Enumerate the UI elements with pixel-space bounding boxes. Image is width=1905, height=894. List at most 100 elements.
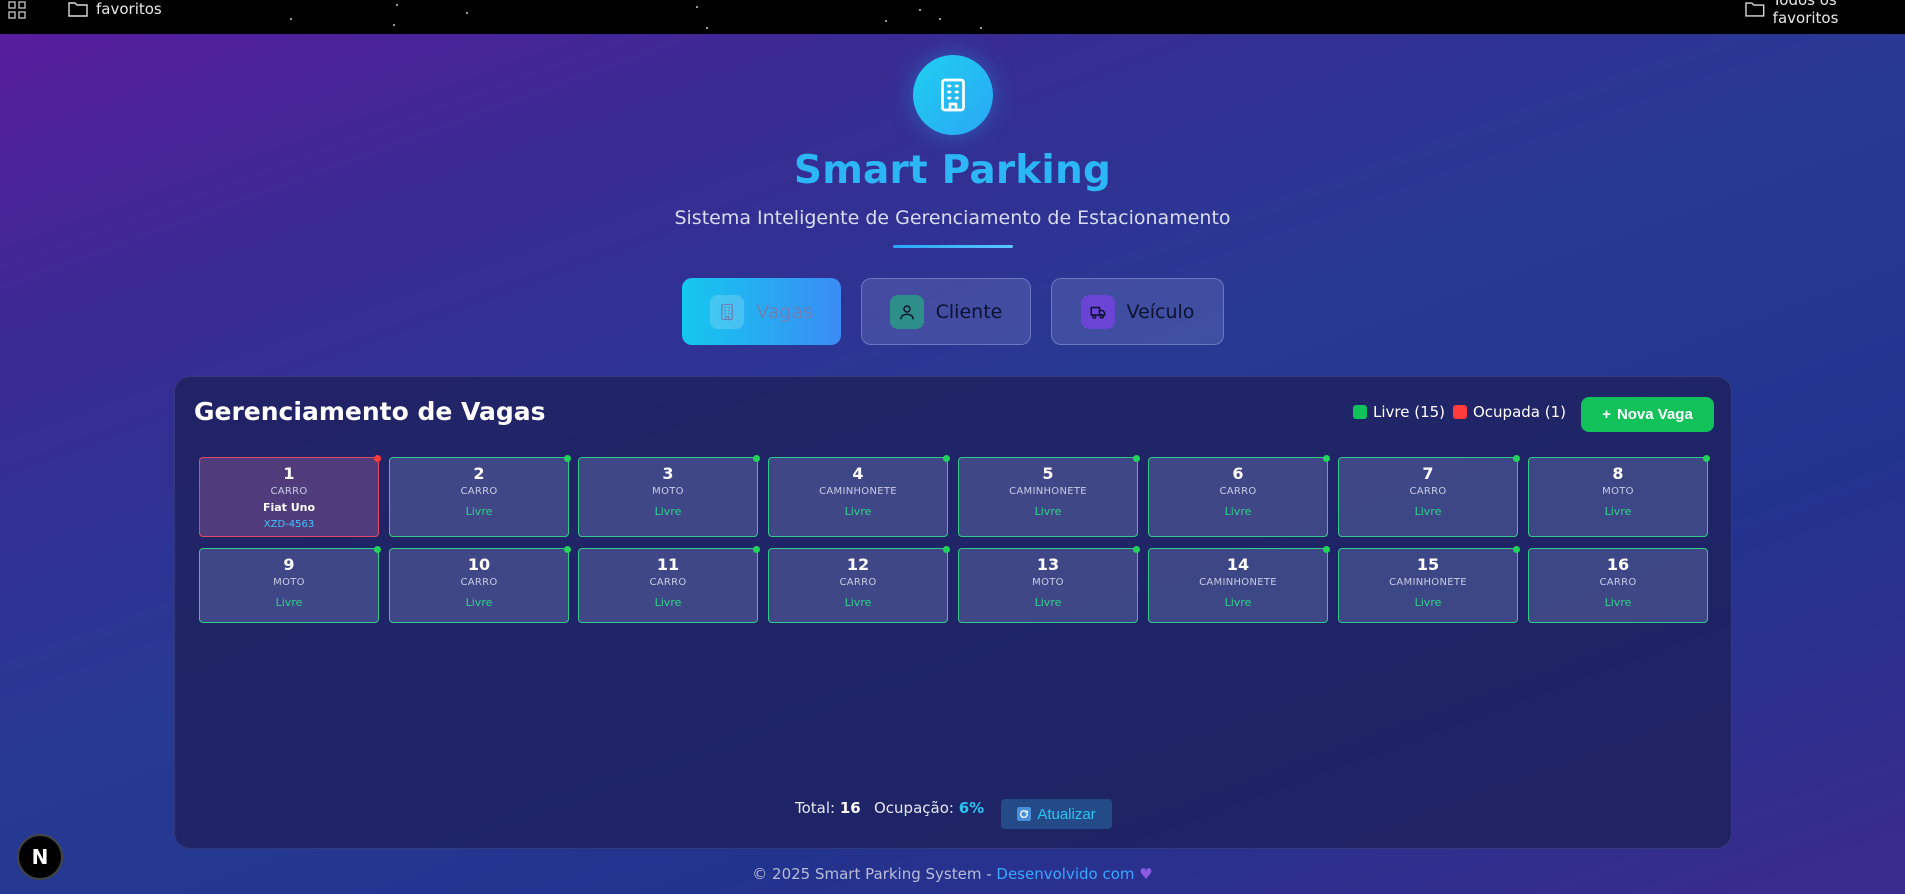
nextjs-badge[interactable]: N (17, 834, 63, 880)
spot-number: 7 (1422, 464, 1434, 483)
spot-number: 2 (473, 464, 485, 483)
occupancy-label: Ocupação: (874, 799, 954, 817)
spot-type: CAMINHONETE (1389, 577, 1467, 588)
status-dot (753, 546, 760, 553)
spot-type: MOTO (273, 577, 305, 588)
star-decoration (393, 24, 395, 26)
spot-number: 15 (1416, 555, 1440, 574)
occupancy-stat: Ocupação: 6% (874, 799, 984, 817)
parking-spot[interactable]: 10 CARRO Livre (389, 546, 571, 623)
parking-spot[interactable]: 15 CAMINHONETE Livre (1338, 546, 1520, 623)
star-decoration (466, 12, 468, 14)
spot-number: 1 (283, 464, 295, 483)
total-label: Total: (795, 799, 836, 817)
bookmarks-bar: favoritos Todos os favoritos (0, 0, 1905, 34)
spot-type: CARRO (1219, 486, 1257, 497)
spot-type: CAMINHONETE (1009, 486, 1087, 497)
truck-icon (1080, 294, 1115, 329)
parking-spot[interactable]: 5 CAMINHONETE Livre (958, 455, 1140, 537)
spot-type: CARRO (1409, 486, 1447, 497)
parking-spot[interactable]: 3 MOTO Livre (578, 455, 760, 537)
occupancy-value: 6% (958, 799, 985, 817)
spot-number: 5 (1042, 464, 1054, 483)
spot-number: 14 (1226, 555, 1250, 574)
spot-type: CARRO (460, 486, 498, 497)
parking-spot[interactable]: 2 CARRO Livre (389, 455, 571, 537)
spot-number: 8 (1612, 464, 1624, 483)
heart-icon: ♥ (1139, 865, 1153, 883)
vehicle-model: Fiat Uno (262, 501, 316, 514)
spot-status: Livre (844, 596, 872, 609)
parking-spot[interactable]: 12 CARRO Livre (768, 546, 950, 623)
parking-spot[interactable]: 11 CARRO Livre (578, 546, 760, 623)
spot-status: Livre (275, 596, 303, 609)
page-footer: © 2025 Smart Parking System - Desenvolvi… (0, 865, 1905, 883)
status-dot (564, 546, 571, 553)
free-indicator-icon (1353, 405, 1367, 419)
parking-spot[interactable]: 7 CARRO Livre (1338, 455, 1520, 537)
spot-status: Livre (654, 505, 682, 518)
parking-spot[interactable]: 16 CARRO Livre (1528, 548, 1708, 623)
bookmark-folder-favoritos[interactable]: favoritos (68, 0, 162, 18)
folder-icon (68, 2, 88, 17)
tab-cliente[interactable]: Cliente (861, 278, 1031, 345)
parking-spot[interactable]: 4 CAMINHONETE Livre (768, 455, 950, 537)
spot-number: 10 (467, 555, 491, 574)
status-dot (374, 455, 381, 462)
spot-status: Livre (654, 596, 682, 609)
legend-free-label: Livre (15) (1373, 403, 1446, 421)
apps-grid-icon[interactable] (8, 1, 26, 19)
star-decoration (980, 27, 982, 29)
total-stat: Total: 16 (795, 799, 861, 817)
bookmark-label: favoritos (96, 0, 162, 18)
tab-label: Veículo (1126, 300, 1195, 323)
tab-veiculo[interactable]: Veículo (1051, 278, 1224, 345)
refresh-button[interactable]: Atualizar (1001, 799, 1112, 829)
spot-status: Livre (465, 596, 493, 609)
parking-spot[interactable]: 13 MOTO Livre (958, 546, 1140, 623)
plus-icon: + (1602, 406, 1611, 423)
spot-status: Livre (1034, 596, 1062, 609)
spot-status: Livre (465, 505, 493, 518)
page-title: Smart Parking (793, 148, 1112, 193)
tab-label: Vagas (756, 300, 813, 323)
status-dot (943, 546, 950, 553)
parking-spot[interactable]: 14 CAMINHONETE Livre (1148, 546, 1330, 623)
spot-number: 6 (1232, 464, 1244, 483)
occupied-indicator-icon (1453, 405, 1467, 419)
page-subtitle: Sistema Inteligente de Gerenciamento de … (674, 207, 1231, 229)
tab-label: Cliente (935, 300, 1003, 323)
star-decoration (919, 9, 921, 11)
spots-panel: Gerenciamento de Vagas Livre (15) Ocupad… (174, 376, 1732, 849)
spot-status: Livre (1034, 505, 1062, 518)
parking-spot[interactable]: 6 CARRO Livre (1148, 455, 1330, 537)
badge-letter: N (31, 845, 49, 869)
spot-type: CAMINHONETE (1199, 577, 1277, 588)
spot-type: CARRO (649, 577, 687, 588)
bookmark-folder-all[interactable]: Todos os favoritos (1745, 0, 1905, 27)
spot-number: 12 (846, 555, 870, 574)
spot-status: Livre (1604, 505, 1632, 518)
refresh-label: Atualizar (1037, 805, 1096, 823)
spot-number: 11 (656, 555, 680, 574)
user-icon (889, 294, 924, 329)
title-divider (893, 245, 1013, 248)
copyright-text: © 2025 Smart Parking System - (752, 865, 997, 883)
star-decoration (939, 18, 941, 20)
parking-spot[interactable]: 8 MOTO Livre (1528, 455, 1710, 537)
spot-type: CARRO (839, 577, 877, 588)
tab-vagas[interactable]: Vagas (682, 278, 841, 345)
spot-type: CAMINHONETE (819, 486, 897, 497)
status-dot (564, 455, 571, 462)
building-icon (710, 294, 745, 329)
new-spot-label: Nova Vaga (1616, 406, 1693, 423)
parking-spot[interactable]: 1 CARRO Fiat Uno XZD-4563 (199, 455, 381, 537)
credits-link[interactable]: Desenvolvido com (996, 865, 1134, 883)
spot-type: CARRO (1599, 577, 1637, 588)
star-decoration (696, 6, 698, 8)
parking-spot[interactable]: 9 MOTO Livre (199, 546, 381, 623)
spot-type: MOTO (652, 486, 684, 497)
new-spot-button[interactable]: + Nova Vaga (1581, 397, 1714, 432)
status-dot (1703, 455, 1710, 462)
spot-type: CARRO (270, 486, 308, 497)
